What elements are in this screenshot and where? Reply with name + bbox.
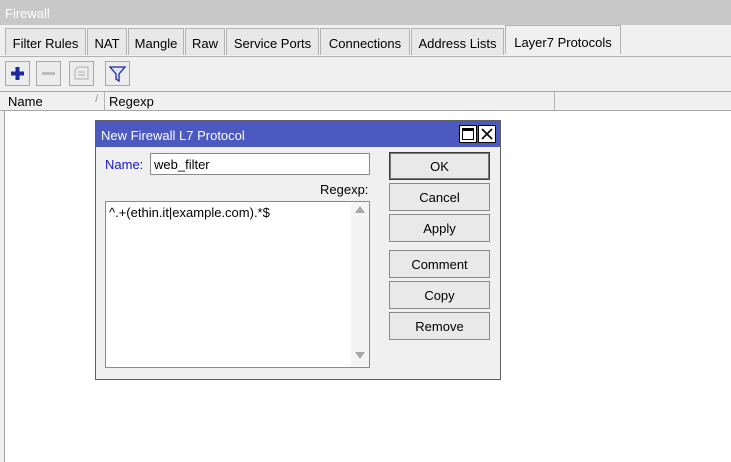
dialog-title-bar[interactable]: New Firewall L7 Protocol (96, 121, 500, 147)
close-icon (481, 128, 493, 140)
name-input[interactable]: web_filter (150, 153, 370, 175)
tab-service-ports[interactable]: Service Ports (226, 28, 319, 55)
sort-indicator-icon: / (95, 94, 98, 105)
comment-button[interactable]: Comment (389, 250, 490, 278)
remove-button[interactable] (36, 61, 61, 86)
tab-address-lists[interactable]: Address Lists (411, 28, 504, 55)
filter-button[interactable] (105, 61, 130, 86)
comment-icon (74, 66, 89, 80)
plus-icon (11, 67, 24, 80)
tab-filter-rules[interactable]: Filter Rules (5, 28, 86, 55)
filter-icon (108, 66, 127, 83)
regexp-label: Regexp: (320, 182, 369, 197)
cancel-button[interactable]: Cancel (389, 183, 490, 211)
comment-button[interactable] (69, 61, 94, 86)
ok-button[interactable]: OK (389, 152, 490, 180)
table-header: Name / Regexp (0, 91, 731, 111)
dialog-title: New Firewall L7 Protocol (101, 128, 245, 143)
apply-button[interactable]: Apply (389, 214, 490, 242)
add-button[interactable] (5, 61, 30, 86)
tab-raw[interactable]: Raw (185, 28, 225, 55)
new-l7-protocol-dialog: New Firewall L7 Protocol Name: web_filte… (95, 120, 501, 380)
window-title: Firewall (5, 6, 50, 21)
maximize-icon (462, 128, 474, 140)
toolbar (0, 57, 731, 91)
copy-button[interactable]: Copy (389, 281, 490, 309)
tab-nat[interactable]: NAT (87, 28, 127, 55)
tab-mangle[interactable]: Mangle (128, 28, 184, 55)
name-label: Name: (105, 157, 144, 172)
maximize-button[interactable] (459, 125, 477, 143)
column-header-name[interactable]: Name / (4, 92, 105, 110)
close-button[interactable] (478, 125, 496, 143)
tab-connections[interactable]: Connections (320, 28, 410, 55)
regexp-textarea[interactable]: ^.+(ethin.it|example.com).*$ (105, 201, 370, 368)
regexp-value: ^.+(ethin.it|example.com).*$ (109, 205, 270, 220)
minus-icon (42, 72, 55, 75)
regexp-scrollbar[interactable] (351, 202, 369, 367)
scroll-arrows-icon (355, 206, 365, 359)
remove-button[interactable]: Remove (389, 312, 490, 340)
column-header-label: Name (8, 94, 43, 109)
tab-layer7-protocols[interactable]: Layer7 Protocols (505, 25, 621, 54)
window-title-bar: Firewall (0, 0, 731, 25)
column-header-regexp[interactable]: Regexp (105, 92, 555, 110)
column-header-label: Regexp (109, 94, 154, 109)
